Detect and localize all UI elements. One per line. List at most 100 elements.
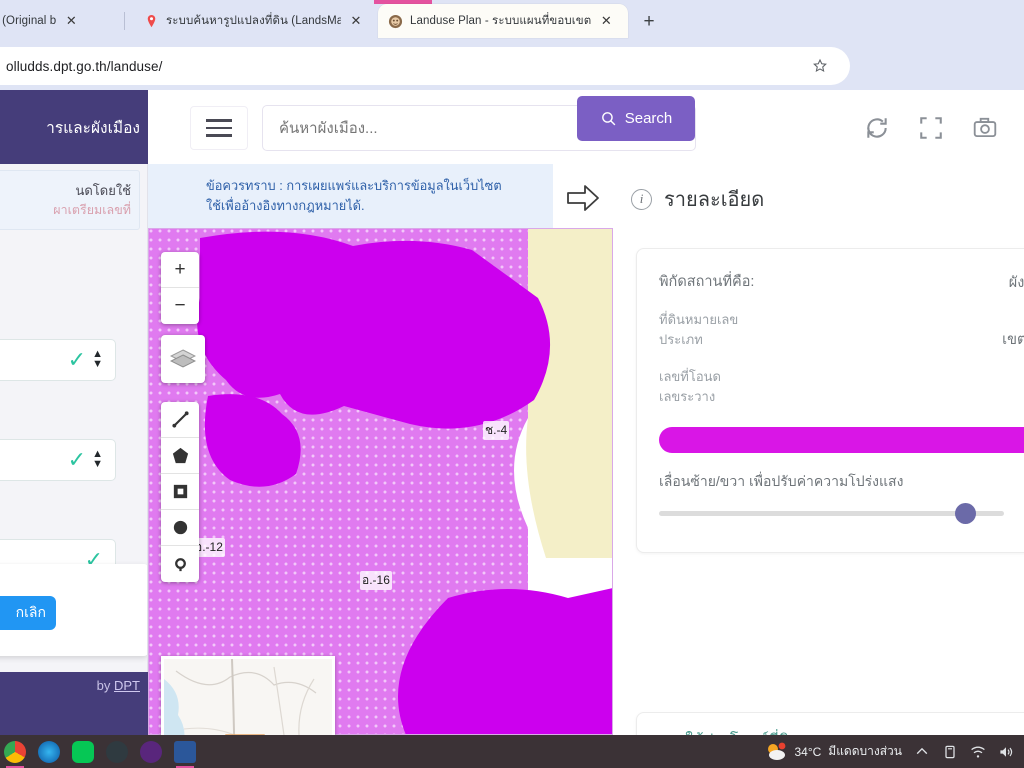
circle-tool-icon[interactable] (161, 510, 199, 546)
hamburger-icon[interactable] (190, 106, 248, 150)
notice-line-2: ใช้เพื่ออ้างอิงทางกฎหมายได้. (206, 197, 365, 213)
new-tab-button[interactable]: + (636, 8, 662, 34)
detail-title: รายละเอียด (664, 189, 765, 211)
browser-tab-3-close-icon[interactable]: ✕ (598, 13, 614, 29)
browser-tab-1[interactable]: UN (Original b ✕ (0, 4, 122, 38)
rectangle-tool-icon[interactable] (161, 474, 199, 510)
taskbar: 34°C มีแดดบางส่วน (0, 735, 1024, 768)
browser-tab-3-title: Landuse Plan - ระบบแผนที่ขอบเขต (410, 15, 592, 27)
sidebar-header-title: ารและผังเมือง (46, 119, 140, 137)
opacity-slider-knob[interactable] (955, 503, 976, 524)
arrow-right-icon (567, 185, 599, 211)
refresh-icon[interactable] (864, 115, 890, 141)
onedrive-icon[interactable] (942, 744, 958, 760)
detail-row-3: เลขที่โอนด เลขระวาง 5235 IV 22 (659, 367, 1024, 407)
omnibox-row: olludds.dpt.go.th/landuse/ 2 (0, 44, 1024, 130)
wifi-icon[interactable] (970, 744, 986, 760)
sidebar-select-1[interactable]: ✓ ▲ ▼ (0, 339, 116, 381)
check-icon: ✓ (67, 347, 87, 372)
sidebar-select-2[interactable]: ✓ ▲ ▼ (0, 439, 116, 481)
weather-widget[interactable]: 34°C มีแดดบางส่วน (765, 742, 902, 762)
sidebar-note-line1: นดโดยใช้ (75, 183, 131, 198)
globe-icon (388, 14, 403, 28)
search-icon (601, 112, 616, 126)
notice-line-1: ข้อควรทราบ : การเผยแพร่และบริการข้อมูลใน… (206, 178, 502, 193)
spinner-icon[interactable]: ▲ ▼ (92, 349, 103, 370)
detail-row-2-key-line2: ประเภท (659, 332, 703, 348)
chrome-icon[interactable] (4, 740, 26, 768)
minimap-graphic (164, 659, 332, 735)
notice-arrow-card[interactable] (553, 164, 613, 232)
tab-strip: UN (Original b ✕ ระบบค้นหารูปแปลงที่ดิน … (0, 0, 1024, 40)
fullscreen-icon[interactable] (918, 115, 944, 141)
map-draw-tools (161, 402, 199, 582)
app-icon[interactable] (106, 740, 128, 763)
search-button-label: Search (624, 110, 673, 127)
zone-color-bar (659, 427, 1024, 453)
detail-row-3-key-line1: เลขที่โอนด (659, 369, 721, 384)
map-zoom-controls: + − (161, 252, 199, 324)
layers-icon (170, 349, 196, 368)
info-icon: i (631, 188, 652, 210)
tab-separator (124, 12, 125, 30)
landuse-card: การใช้ประโยชน์ที่ดิน ข้อกำหนดการใช้ประโย… (636, 712, 1024, 735)
browser-chrome: UN (Original b ✕ ระบบค้นหารูปแปลงที่ดิน … (0, 0, 1024, 130)
browser-tab-2-close-icon[interactable]: ✕ (348, 13, 364, 29)
browser-tab-2-title: ระบบค้นหารูปแปลงที่ดิน (LandsMa (166, 15, 341, 27)
minimap[interactable]: Chon Buri (161, 656, 335, 735)
volume-icon[interactable] (998, 744, 1014, 760)
sidebar-note-line2: ผาเตรียมเลขที่ (53, 202, 131, 217)
detail-row-2-key-line1: ที่ดินหมายเลข (659, 312, 739, 327)
sidebar-body: นดโดยใช้ ผาเตรียมเลขที่ ✓ ▲ ▼ ✓ ▲ ▼ ✓ กเลิ… (0, 164, 148, 672)
browser-tab-1-close-icon[interactable]: ✕ (63, 13, 79, 29)
address-bar-url: olludds.dpt.go.th/landuse/ (6, 58, 163, 74)
web-page: Search ารและผั (0, 90, 1024, 735)
weather-description: มีแดดบางส่วน (828, 744, 902, 758)
sidebar-footer-link[interactable]: DPT (114, 678, 140, 693)
edge-icon[interactable] (38, 740, 60, 763)
weather-temperature: 34°C (794, 744, 822, 759)
viber-icon[interactable] (140, 740, 162, 763)
camera-icon[interactable] (972, 115, 998, 141)
cancel-button[interactable]: กเลิก (0, 596, 56, 630)
detail-panel: i รายละเอียด พิกัดสถานที่คือ: ผังเขตพัฒน… (613, 164, 1024, 735)
polygon-tool-icon[interactable] (161, 438, 199, 474)
zoom-out-button[interactable]: − (161, 288, 199, 324)
line-tool-icon[interactable] (161, 402, 199, 438)
map-layers-button[interactable] (161, 335, 205, 383)
detail-row-1-key: พิกัดสถานที่คือ: (659, 274, 755, 290)
spinner-icon[interactable]: ▲ ▼ (92, 449, 103, 470)
screen: UN (Original b ✕ ระบบค้นหารูปแปลงที่ดิน … (0, 0, 1024, 768)
check-icon: ✓ (67, 447, 87, 472)
detail-row-2: ที่ดินหมายเลข ประเภท เขตส่งเสริมเศรษฐ (659, 310, 1024, 351)
browser-tab-3[interactable]: Landuse Plan - ระบบแผนที่ขอบเขต ✕ (378, 4, 628, 38)
sidebar-footer-prefix: by (96, 678, 111, 693)
search-button[interactable]: Search (577, 96, 695, 141)
detail-card: พิกัดสถานที่คือ: ผังเขตพัฒนาพิเศ ที่ดินห… (636, 248, 1024, 553)
sidebar-note: นดโดยใช้ ผาเตรียมเลขที่ (0, 170, 140, 231)
line-icon[interactable] (72, 740, 94, 763)
zoom-in-button[interactable]: + (161, 252, 199, 288)
browser-tab-2[interactable]: ระบบค้นหารูปแปลงที่ดิน (LandsMa ✕ (134, 4, 372, 38)
bookmark-star-icon[interactable] (812, 58, 828, 74)
detail-row-1-value: ผังเขตพัฒนาพิเศ (1008, 275, 1024, 291)
notice-banner: ข้อควรทราบ : การเผยแพร่และบริการข้อมูลใน… (148, 164, 560, 228)
taskbar-apps (0, 740, 196, 768)
opacity-slider-caption: เลื่อนซ้าย/ขวา เพื่อปรับค่าความโปร่งแสง (659, 473, 904, 489)
map-label-3: อ.-16 (360, 571, 392, 590)
app-toolbar: Search (148, 90, 1024, 164)
sidebar-header: ารและผังเมือง (0, 90, 148, 164)
detail-row-2-value: เขตส่งเสริมเศรษฐ (1002, 332, 1024, 348)
sidebar-footer: by DPT (0, 672, 148, 735)
browser-tab-1-title: UN (Original b (0, 15, 57, 27)
detail-header: i รายละเอียด (613, 182, 764, 216)
pin-icon (147, 14, 156, 27)
opacity-slider-track[interactable] (659, 511, 1004, 516)
chevron-up-icon[interactable] (914, 744, 930, 760)
system-tray: 34°C มีแดดบางส่วน (765, 742, 1024, 762)
address-bar[interactable]: olludds.dpt.go.th/landuse/ (0, 47, 850, 85)
weather-icon (765, 742, 787, 762)
landuse-title: การใช้ประโยชน์ที่ดิน (659, 727, 1024, 735)
word-icon[interactable] (174, 740, 196, 768)
point-tool-icon[interactable] (161, 546, 199, 582)
